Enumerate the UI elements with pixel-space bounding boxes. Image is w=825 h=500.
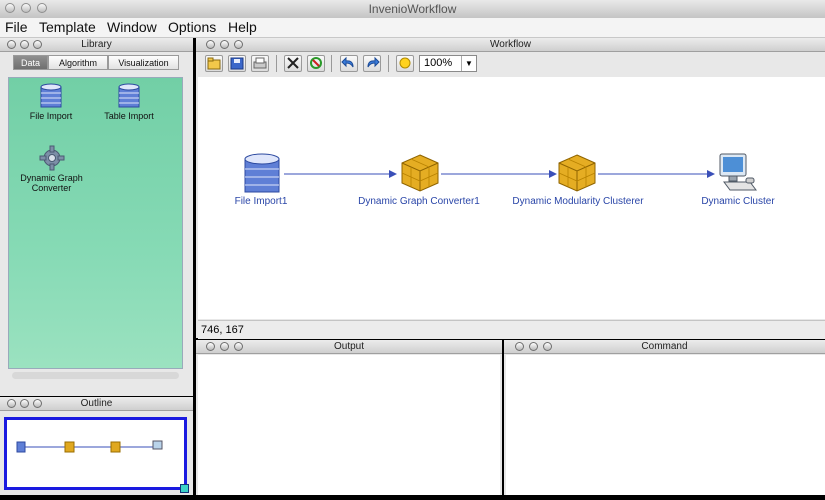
library-scrollbar[interactable] [12, 372, 179, 379]
node-label-dynamic-graph-converter: Dynamic Graph Converter1 [358, 196, 480, 207]
node-dynamic-modularity-clusterer[interactable] [556, 152, 598, 199]
print-icon [253, 57, 267, 69]
library-title: Library [81, 39, 112, 50]
menu-template[interactable]: Template [39, 19, 96, 35]
library-item-dynamic-graph-converter[interactable]: Dynamic Graph Converter [14, 145, 89, 193]
library-item-label-line1: Dynamic Graph [20, 173, 83, 183]
node-label-dynamic-cluster: Dynamic Cluster [701, 196, 775, 207]
undo-button[interactable] [340, 55, 358, 72]
outline-title: Outline [80, 398, 113, 409]
library-item-file-import[interactable]: File Import [21, 83, 81, 121]
lightbulb-icon [399, 57, 411, 69]
command-title: Command [641, 341, 688, 352]
library-item-table-import[interactable]: Table Import [97, 83, 161, 121]
status-bar: 746, 167 [198, 320, 825, 339]
gear-icon [39, 145, 64, 171]
output-header: Output [196, 340, 502, 354]
hint-button[interactable] [396, 55, 414, 72]
database-icon [40, 83, 62, 108]
run-icon [310, 57, 322, 69]
cube-icon [558, 154, 596, 192]
command-text-area[interactable] [506, 355, 825, 495]
outline-header: Outline [0, 397, 193, 411]
outline-preview [16, 440, 163, 453]
workflow-title: Workflow [490, 39, 531, 50]
table-database-icon [118, 83, 140, 108]
open-button[interactable] [205, 55, 223, 72]
workflow-canvas[interactable]: File Import1 Dynamic Graph Converter1 Dy… [198, 77, 825, 319]
menu-file[interactable]: File [5, 19, 28, 35]
output-pane: Output [196, 340, 502, 495]
computer-icon [152, 440, 163, 450]
save-icon [230, 57, 244, 70]
database-icon [244, 153, 280, 193]
node-label-file-import: File Import1 [234, 196, 288, 207]
node-label-dynamic-modularity-clusterer: Dynamic Modularity Clusterer [512, 196, 644, 207]
toolbar-separator [276, 55, 277, 72]
output-text-area[interactable] [198, 355, 500, 495]
node-file-import[interactable] [242, 152, 282, 201]
node-dynamic-graph-converter[interactable] [399, 152, 441, 199]
menu-window[interactable]: Window [107, 19, 157, 35]
workflow-header: Workflow [196, 38, 825, 52]
save-button[interactable] [228, 55, 246, 72]
print-button[interactable] [251, 55, 269, 72]
undo-icon [341, 56, 354, 68]
cube-icon [401, 154, 439, 192]
menu-bar: File Template Window Options Help [0, 18, 825, 38]
window-title: InvenioWorkflow [368, 2, 457, 16]
output-title: Output [333, 341, 365, 352]
zoom-value: 100% [424, 57, 453, 69]
cube-icon [64, 441, 75, 453]
menu-help[interactable]: Help [228, 19, 257, 35]
computer-icon [719, 153, 757, 191]
cube-icon [110, 441, 121, 453]
tab-data[interactable]: Data [13, 55, 48, 70]
command-pane: Command [504, 340, 825, 495]
library-item-label-line2: Converter [31, 183, 72, 193]
outline-resize-handle[interactable] [180, 484, 189, 493]
open-folder-icon [207, 57, 221, 70]
tab-algorithm[interactable]: Algorithm [48, 55, 108, 70]
toolbar-separator [331, 55, 332, 72]
redo-button[interactable] [363, 55, 381, 72]
tab-visualization[interactable]: Visualization [108, 55, 179, 70]
menu-options[interactable]: Options [168, 19, 216, 35]
library-items-area: File Import Table Import Dynamic Graph C… [8, 77, 183, 379]
zoom-select[interactable]: 100% ▼ [419, 55, 477, 72]
command-header: Command [504, 340, 825, 354]
outline-pane: Outline [0, 397, 193, 495]
library-header: Library [0, 38, 193, 52]
outline-viewport[interactable] [4, 417, 187, 490]
delete-button[interactable] [284, 55, 302, 72]
chevron-down-icon[interactable]: ▼ [461, 56, 476, 71]
cursor-coordinates: 746, 167 [201, 324, 244, 336]
redo-icon [367, 56, 380, 68]
node-dynamic-cluster[interactable] [714, 152, 760, 199]
library-item-label: File Import [29, 111, 73, 121]
delete-icon [287, 57, 299, 69]
toolbar-separator [388, 55, 389, 72]
run-button[interactable] [307, 55, 325, 72]
window-titlebar: InvenioWorkflow [0, 0, 825, 19]
library-item-label: Table Import [104, 111, 154, 121]
database-icon [16, 441, 26, 453]
